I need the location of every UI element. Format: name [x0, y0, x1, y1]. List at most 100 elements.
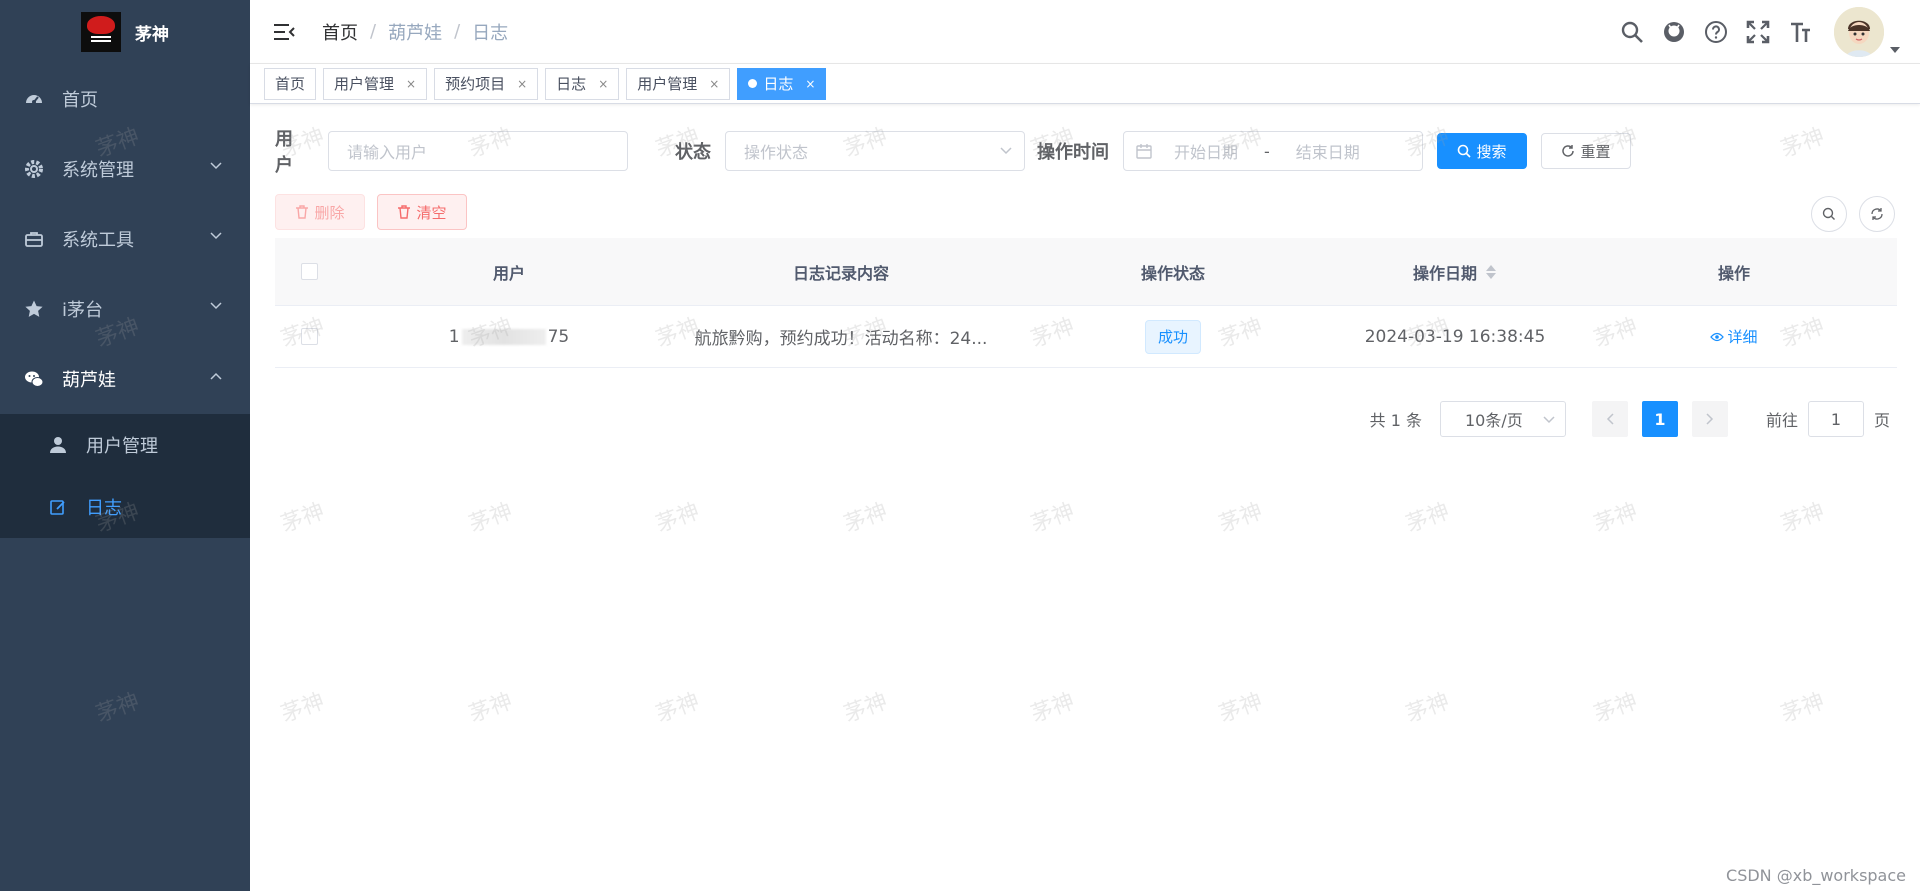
chevron-down-icon [1000, 147, 1012, 155]
tag-log-active[interactable]: 日志 × [737, 67, 827, 100]
time-filter-label: 操作时间 [1037, 142, 1109, 163]
tag-label: 日志 [763, 75, 794, 93]
sidebar: 茅神 首页 系统管理 系统工具 i茅台 葫芦娃 用户管理 日志 [0, 0, 250, 891]
start-date-input[interactable]: 开始日期 [1174, 139, 1238, 163]
close-icon[interactable]: × [598, 77, 608, 91]
close-icon[interactable]: × [517, 77, 527, 91]
calendar-icon [1136, 143, 1152, 159]
table-row: 1 75 航旅黔购，预约成功！活动名称：24... 成功 2024-03-19 … [275, 306, 1897, 368]
tag-label: 日志 [556, 75, 587, 93]
breadcrumb-huluwa[interactable]: 葫芦娃 [388, 19, 442, 45]
star-icon [24, 299, 44, 319]
breadcrumb-separator: / [370, 21, 377, 42]
pagination: 共 1 条 10条/页 1 前往 1 页 [1370, 401, 1890, 437]
search-icon [1822, 207, 1835, 220]
column-header-date[interactable]: 操作日期 [1339, 238, 1571, 305]
select-all-checkbox[interactable] [300, 263, 318, 280]
goto-page-input[interactable]: 1 [1807, 401, 1864, 437]
logo[interactable]: 茅神 [0, 0, 250, 64]
font-size-icon[interactable] [1786, 18, 1814, 46]
sidebar-item-label: 葫芦娃 [62, 370, 116, 391]
tags-view: 首页 用户管理 × 预约项目 × 日志 × 用户管理 × 日志 × [250, 64, 1920, 104]
detail-button[interactable]: 详细 [1710, 326, 1758, 347]
page-number-button[interactable]: 1 [1641, 401, 1678, 437]
close-icon[interactable]: × [709, 77, 719, 91]
caret-down-icon[interactable] [1884, 7, 1906, 57]
refresh-button[interactable] [1859, 196, 1895, 232]
chevron-down-icon [1543, 416, 1555, 424]
github-icon[interactable] [1660, 18, 1688, 46]
refresh-icon [1871, 208, 1883, 220]
fullscreen-icon[interactable] [1744, 18, 1772, 46]
sidebar-subitem-log[interactable]: 日志 [0, 476, 250, 538]
tag-reservation-project[interactable]: 预约项目 × [434, 67, 539, 100]
logo-title: 茅神 [135, 24, 169, 45]
sidebar-subitem-user-management[interactable]: 用户管理 [0, 414, 250, 476]
range-separator: - [1264, 141, 1270, 161]
sidebar-item-huluwa[interactable]: 葫芦娃 [0, 344, 250, 414]
row-checkbox[interactable] [300, 328, 318, 345]
sidebar-item-label: 日志 [86, 498, 122, 519]
clear-button[interactable]: 清空 [377, 194, 467, 230]
chevron-down-icon [210, 232, 222, 240]
column-header-user: 用户 [492, 263, 525, 283]
close-icon[interactable]: × [805, 77, 815, 91]
breadcrumb-separator: / [454, 21, 461, 42]
sidebar-item-imaotai[interactable]: i茅台 [0, 274, 250, 344]
date-range-picker[interactable]: 开始日期 - 结束日期 [1123, 131, 1423, 171]
end-date-input[interactable]: 结束日期 [1296, 139, 1360, 163]
right-menu [1618, 0, 1920, 64]
breadcrumb-log: 日志 [472, 22, 509, 44]
page-size-select[interactable]: 10条/页 [1439, 401, 1566, 437]
user-icon [48, 435, 68, 455]
tag-user-management-2[interactable]: 用户管理 × [626, 67, 731, 100]
tag-log[interactable]: 日志 × [545, 67, 620, 100]
sidebar-item-label: 用户管理 [86, 436, 158, 457]
tag-label: 用户管理 [637, 75, 698, 93]
sidebar-item-home[interactable]: 首页 [0, 64, 250, 134]
sidebar-item-tools[interactable]: 系统工具 [0, 204, 250, 274]
status-select[interactable]: 操作状态 [725, 131, 1025, 171]
sidebar-item-label: 系统工具 [62, 230, 134, 251]
toggle-search-button[interactable] [1811, 196, 1847, 232]
credit-text: CSDN @xb_workspace [1726, 866, 1906, 885]
search-icon[interactable] [1618, 18, 1646, 46]
trash-icon [295, 205, 309, 219]
main-content: 首页 / 葫芦娃 / 日志 首页 用户管理 × 预约项目 × 日志 × 用户管理… [250, 0, 1920, 891]
tag-home[interactable]: 首页 [264, 67, 317, 100]
user-filter-label: 用户 [275, 129, 293, 176]
avatar[interactable] [1834, 7, 1884, 57]
user-cell: 1 75 [448, 326, 570, 347]
tag-user-management[interactable]: 用户管理 × [323, 67, 428, 100]
reset-button[interactable]: 重置 [1541, 133, 1631, 169]
pagination-total: 共 1 条 [1369, 411, 1422, 430]
next-page-button[interactable] [1691, 401, 1728, 437]
tag-label: 预约项目 [445, 75, 506, 93]
user-input[interactable]: 请输入用户 [328, 131, 628, 171]
wechat-icon [24, 369, 44, 389]
chevron-down-icon [210, 162, 222, 170]
column-header-status: 操作状态 [1140, 263, 1205, 283]
sidebar-item-label: 首页 [62, 90, 98, 111]
chevron-right-icon [1706, 413, 1714, 425]
status-badge: 成功 [1144, 319, 1201, 354]
delete-button[interactable]: 删除 [275, 194, 365, 230]
close-icon[interactable]: × [406, 77, 416, 91]
table-header: 用户 日志记录内容 操作状态 操作日期 操作 [275, 238, 1897, 306]
sort-icon[interactable] [1485, 263, 1497, 281]
refresh-icon [1561, 144, 1575, 158]
sidebar-item-system[interactable]: 系统管理 [0, 134, 250, 204]
column-header-content: 日志记录内容 [792, 263, 889, 283]
prev-page-button[interactable] [1591, 401, 1628, 437]
masked-value [461, 328, 546, 345]
search-form: 用户 请输入用户 状态 操作状态 操作时间 开始日期 - 结束日期 搜索 重置 [275, 129, 1895, 232]
search-button[interactable]: 搜索 [1437, 133, 1527, 169]
tag-label: 首页 [275, 75, 306, 93]
navbar: 首页 / 葫芦娃 / 日志 [250, 0, 1920, 64]
hamburger-icon[interactable] [270, 18, 298, 46]
help-icon[interactable] [1702, 18, 1730, 46]
breadcrumb-home[interactable]: 首页 [322, 19, 358, 45]
content-cell: 航旅黔购，预约成功！活动名称：24... [694, 329, 988, 349]
submenu-huluwa: 用户管理 日志 [0, 414, 250, 538]
column-header-action: 操作 [1717, 263, 1750, 283]
